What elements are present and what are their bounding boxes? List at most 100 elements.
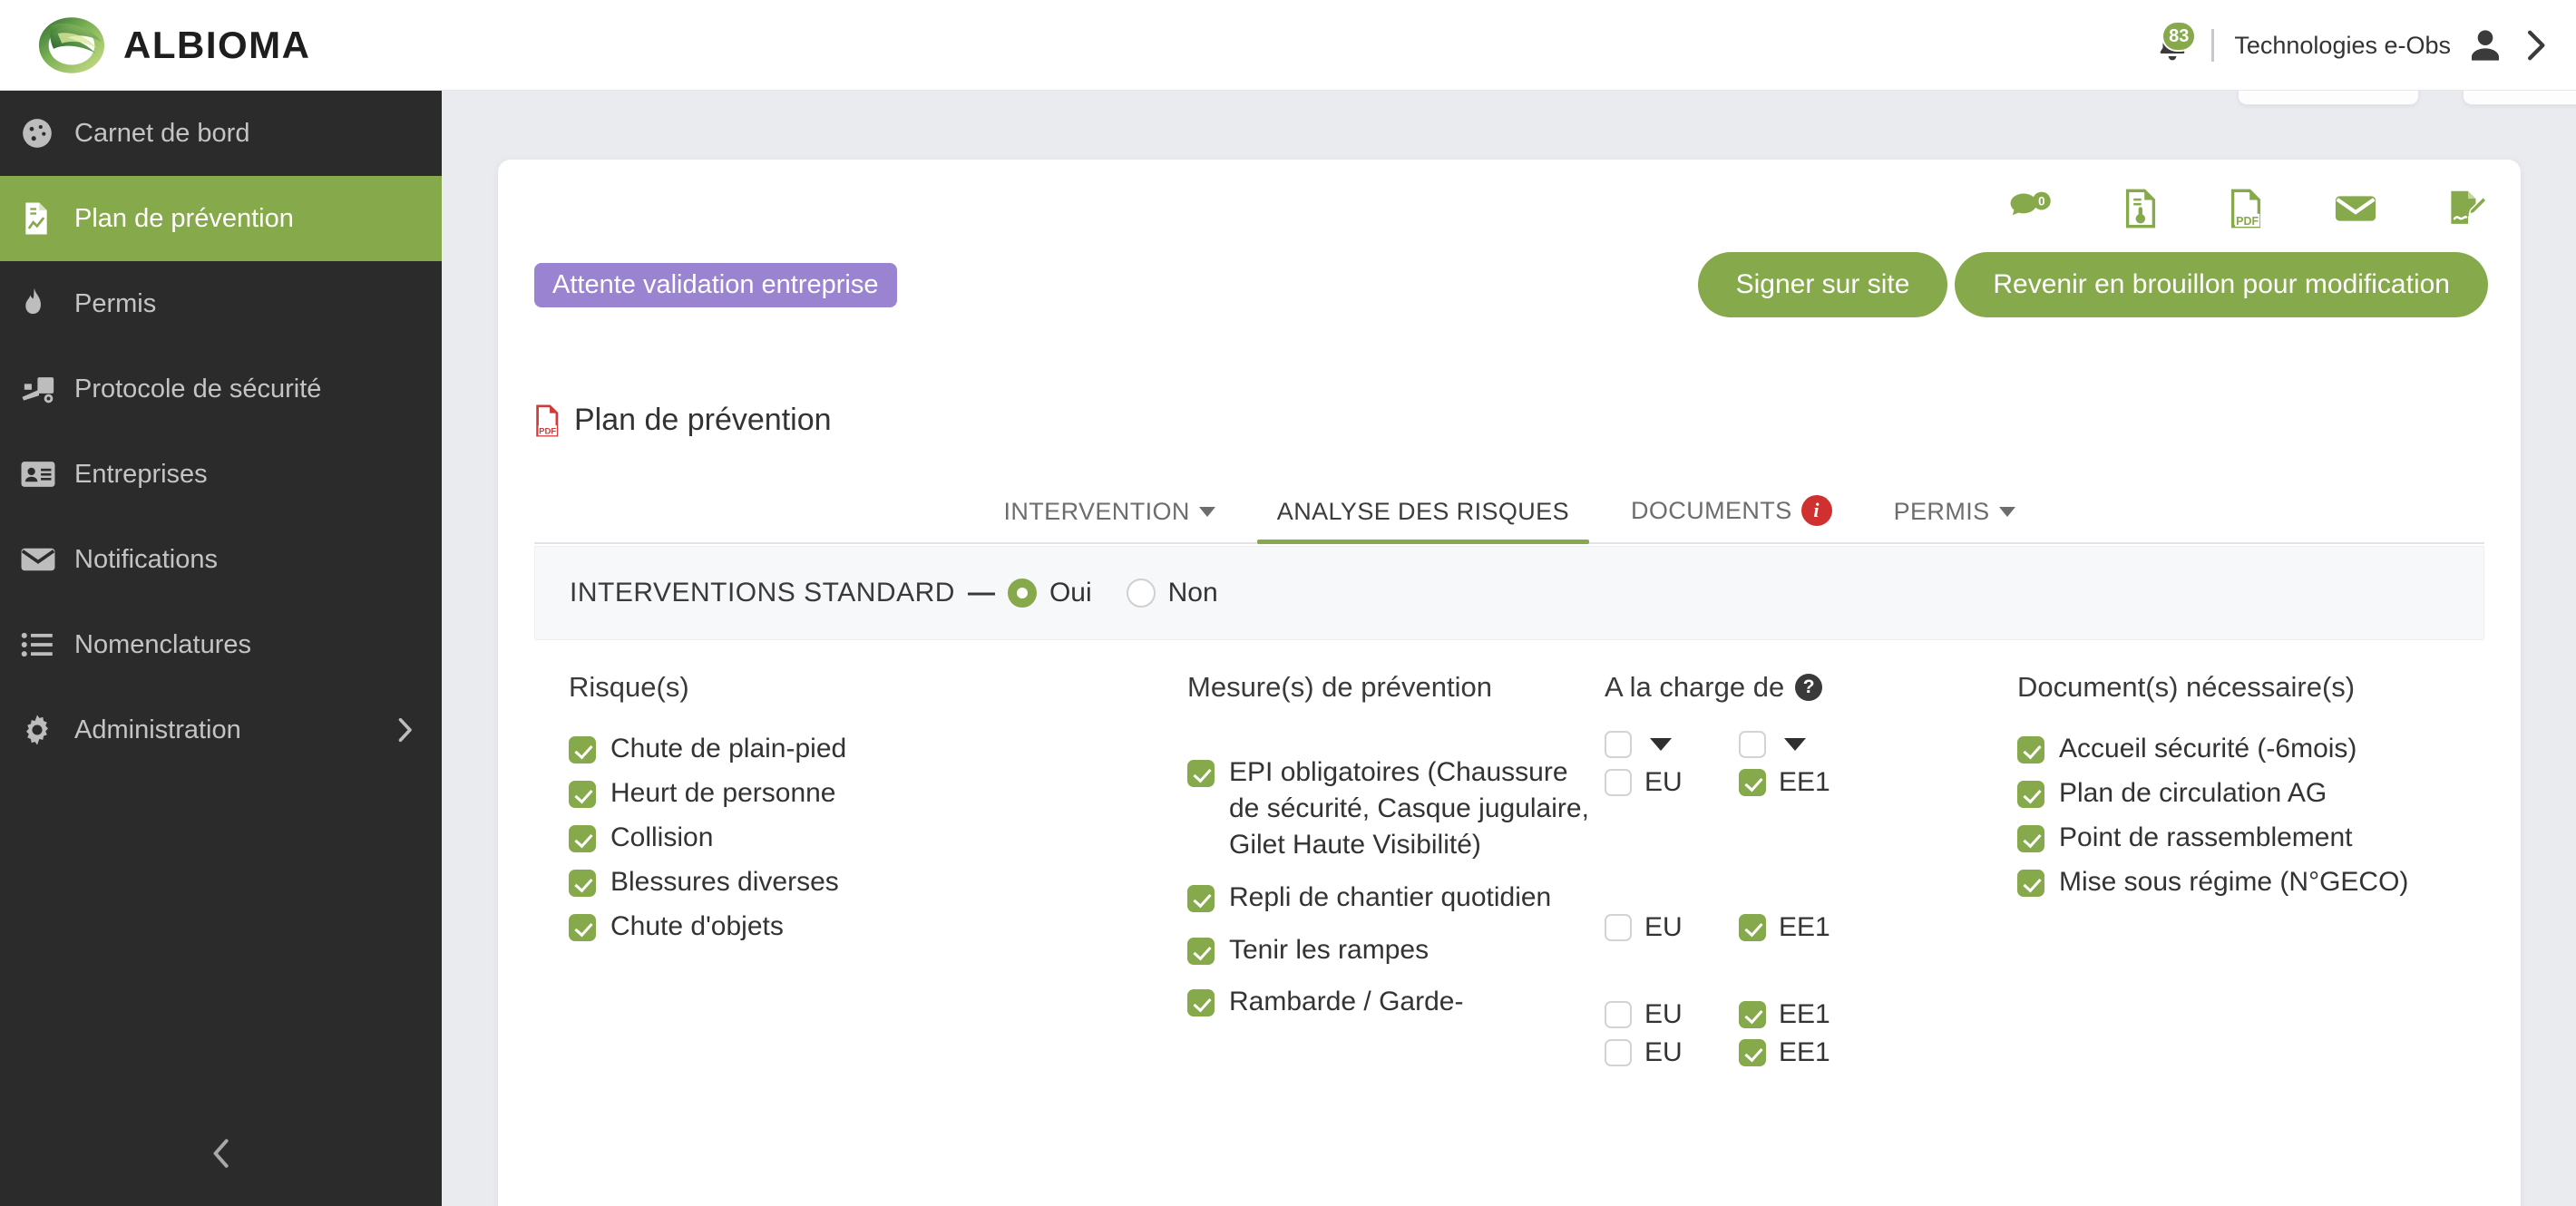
interventions-standard-header: INTERVENTIONS STANDARD — Oui Non (534, 546, 2484, 640)
risk-label: Blessures diverses (610, 866, 839, 897)
checkbox-checked[interactable] (569, 780, 596, 808)
sidebar-collapse-button[interactable] (0, 1137, 442, 1170)
checkbox-checked[interactable] (2017, 824, 2044, 852)
comments-icon[interactable]: 0 (2009, 190, 2053, 227)
charge-cell-eu[interactable]: EU (1605, 767, 1739, 798)
sidebar-item-notifications[interactable]: Notifications (0, 517, 442, 602)
clipped-top-buttons (2238, 91, 2576, 105)
risk-item[interactable]: Blessures diverses (569, 864, 1187, 900)
charge-cell-eu[interactable]: EU (1605, 999, 1739, 1030)
measure-label: Rambarde / Garde- (1229, 987, 1464, 1017)
pdf-file-icon[interactable]: PDF (2229, 189, 2263, 229)
checkbox-unchecked[interactable] (1605, 914, 1632, 941)
radio-option-non[interactable]: Non (1126, 578, 1218, 608)
measure-item[interactable]: Rambarde / Garde- (1187, 984, 1605, 1020)
sign-on-site-button[interactable]: Signer sur site (1697, 252, 1948, 317)
risk-item[interactable]: Heurt de personne (569, 775, 1187, 812)
checkbox-checked[interactable] (2017, 736, 2044, 763)
document-item[interactable]: Mise sous régime (N°GECO) (2017, 864, 2484, 900)
envelope-icon[interactable] (2334, 193, 2377, 224)
tab-label: ANALYSE DES RISQUES (1276, 498, 1569, 525)
checkbox-checked[interactable] (569, 913, 596, 941)
checkbox-checked[interactable] (1739, 1001, 1766, 1028)
brand-logo[interactable]: ALBIOMA (36, 0, 310, 91)
tab-intervention[interactable]: INTERVENTION (972, 498, 1245, 542)
checkbox-checked[interactable] (1187, 937, 1215, 965)
card-tabs: INTERVENTION ANALYSE DES RISQUES DOCUMEN… (534, 479, 2484, 544)
checkbox-checked[interactable] (1739, 769, 1766, 796)
sidebar-item-protocole-de-securite[interactable]: Protocole de sécurité (0, 346, 442, 432)
charge-row: EU EE1 (1605, 1037, 2017, 1068)
measure-item[interactable]: Repli de chantier quotidien (1187, 880, 1605, 916)
return-to-draft-button[interactable]: Revenir en brouillon pour modification (1955, 252, 2488, 317)
checkbox-unchecked[interactable] (1605, 1001, 1632, 1028)
caret-down-icon[interactable] (1650, 738, 1672, 751)
header-expand-chevron-right-icon[interactable] (2520, 27, 2551, 63)
risk-label: Chute de plain-pied (610, 734, 847, 763)
sidebar-item-administration[interactable]: Administration (0, 687, 442, 773)
risk-item[interactable]: Chute de plain-pied (569, 731, 1187, 767)
measure-item[interactable]: EPI obligatoires (Chaussure de sécurité,… (1187, 754, 1605, 863)
sidebar-item-nomenclatures[interactable]: Nomenclatures (0, 602, 442, 687)
charge-cell-ee1[interactable]: EE1 (1739, 1037, 1873, 1068)
sidebar-item-label: Nomenclatures (74, 629, 252, 659)
charge-label: EE1 (1779, 1037, 1830, 1067)
help-circle-icon[interactable]: ? (1795, 674, 1823, 701)
checkbox-unchecked[interactable] (1605, 731, 1632, 758)
sidebar-item-entreprises[interactable]: Entreprises (0, 432, 442, 517)
section-dash: — (967, 578, 995, 608)
document-title-row[interactable]: PDF Plan de prévention (534, 403, 832, 438)
charge-bulk-selectors (1605, 731, 2017, 758)
radio-option-oui[interactable]: Oui (1007, 578, 1092, 608)
document-item[interactable]: Plan de circulation AG (2017, 775, 2484, 812)
user-avatar-icon[interactable] (2467, 27, 2503, 63)
column-header: Risque(s) (569, 671, 689, 703)
charge-cell-eu[interactable]: EU (1605, 912, 1739, 943)
checkbox-checked[interactable] (569, 736, 596, 763)
clipped-button-two[interactable] (2463, 91, 2576, 105)
sign-document-icon[interactable] (2448, 189, 2488, 229)
checkbox-checked[interactable] (1187, 884, 1215, 912)
bulk-selector-ee1[interactable] (1739, 731, 1873, 758)
checkbox-unchecked[interactable] (1739, 731, 1766, 758)
bulk-selector-eu[interactable] (1605, 731, 1739, 758)
checkbox-checked[interactable] (569, 869, 596, 897)
charge-row: EU EE1 (1605, 999, 2017, 1030)
tab-documents[interactable]: DOCUMENTS i (1600, 495, 1863, 542)
tab-label: PERMIS (1893, 498, 1990, 525)
sidebar-item-plan-de-prevention[interactable]: Plan de prévention (0, 176, 442, 261)
risk-item[interactable]: Collision (569, 820, 1187, 856)
notifications-bell-button[interactable]: 83 (2148, 21, 2197, 70)
tab-label: INTERVENTION (1003, 498, 1190, 525)
caret-down-icon[interactable] (1784, 738, 1806, 751)
checkbox-checked[interactable] (1187, 989, 1215, 1017)
charge-cell-ee1[interactable]: EE1 (1739, 912, 1873, 943)
checkbox-checked[interactable] (1739, 914, 1766, 941)
checkbox-checked[interactable] (2017, 780, 2044, 808)
risk-item[interactable]: Chute d'objets (569, 909, 1187, 945)
tab-analyse-des-risques[interactable]: ANALYSE DES RISQUES (1246, 498, 1600, 544)
checkbox-checked[interactable] (2017, 869, 2044, 897)
checkbox-unchecked[interactable] (1605, 1039, 1632, 1066)
clipped-button-one[interactable] (2238, 91, 2419, 105)
document-thermometer-icon[interactable] (2123, 189, 2158, 229)
checkbox-unchecked[interactable] (1605, 769, 1632, 796)
sidebar-item-carnet-de-bord[interactable]: Carnet de bord (0, 91, 442, 176)
svg-text:0: 0 (2038, 195, 2044, 209)
checkbox-checked[interactable] (569, 824, 596, 852)
measure-item[interactable]: Tenir les rampes (1187, 932, 1605, 968)
sidebar-item-permis[interactable]: Permis (0, 261, 442, 346)
measure-label: Repli de chantier quotidien (1229, 881, 1552, 912)
document-item[interactable]: Point de rassemblement (2017, 820, 2484, 856)
tab-permis[interactable]: PERMIS (1863, 498, 2046, 542)
charge-cell-eu[interactable]: EU (1605, 1037, 1739, 1068)
id-card-icon (20, 460, 74, 489)
checkbox-checked[interactable] (1187, 760, 1215, 787)
document-item[interactable]: Accueil sécurité (-6mois) (2017, 731, 2484, 767)
dashboard-gauge-icon (20, 116, 74, 151)
checkbox-checked[interactable] (1739, 1039, 1766, 1066)
chevron-left-icon (213, 1139, 229, 1168)
charge-cell-ee1[interactable]: EE1 (1739, 999, 1873, 1030)
charge-label: EE1 (1779, 912, 1830, 942)
charge-cell-ee1[interactable]: EE1 (1739, 767, 1873, 798)
